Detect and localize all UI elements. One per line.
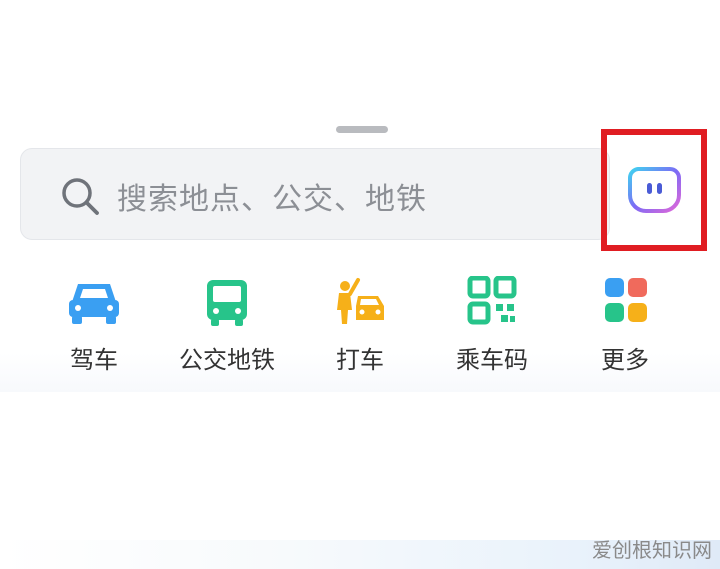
taxi-icon [337,278,384,324]
quick-action-more[interactable]: 更多 [560,276,690,375]
quick-actions-bar: 驾车 公交地铁 打车 乘车码 更多 [0,262,720,392]
quick-action-label: 乘车码 [456,346,528,374]
watermark-text: 爱创根知识网 [592,538,712,562]
assistant-highlight-frame [601,129,707,251]
quick-action-ride-code[interactable]: 乘车码 [427,276,557,375]
quick-action-label: 公交地铁 [179,346,275,374]
sheet-drag-handle[interactable] [336,126,388,133]
quick-action-label: 驾车 [70,346,118,374]
search-icon [62,178,99,215]
qr-code-icon [467,276,517,325]
more-grid-icon [605,278,647,322]
quick-action-taxi[interactable]: 打车 [295,276,425,375]
quick-action-label: 更多 [601,346,649,374]
quick-action-drive[interactable]: 驾车 [29,276,159,375]
bus-icon [207,280,247,326]
map-app-bottom-sheet: 搜索地点、公交、地铁 驾车 公交地铁 打车 乘车码 更多 爱创根知识网 [0,0,720,569]
quick-action-bus-metro[interactable]: 公交地铁 [162,276,292,375]
quick-action-label: 打车 [336,346,384,374]
car-icon [69,284,119,324]
search-input[interactable]: 搜索地点、公交、地铁 [117,174,427,218]
assistant-bot-icon[interactable] [626,165,682,215]
search-bar[interactable]: 搜索地点、公交、地铁 [20,148,610,240]
